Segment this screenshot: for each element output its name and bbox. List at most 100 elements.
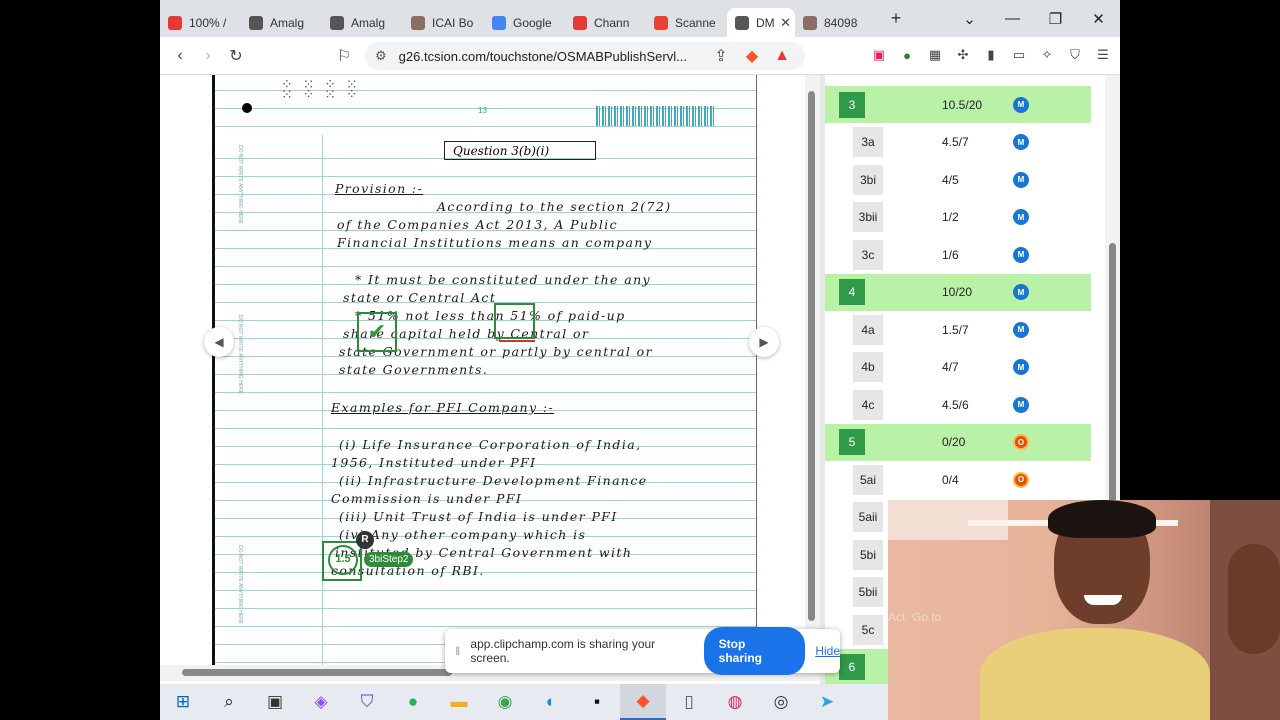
tab-favicon-icon bbox=[654, 15, 668, 30]
back-arrow-icon[interactable]: ‹ bbox=[166, 42, 194, 70]
file-explorer-icon[interactable]: ▬ bbox=[436, 684, 482, 720]
sidebar-icon[interactable]: ▮ bbox=[980, 42, 1002, 68]
browser-tab[interactable]: ICAI Bo bbox=[403, 8, 484, 37]
share-icon[interactable]: ⇪ bbox=[707, 42, 735, 70]
minimize-button[interactable]: — bbox=[991, 0, 1034, 37]
score-annotation[interactable]: 1.5 R 3biStep2 bbox=[322, 531, 414, 581]
extension-icon[interactable]: ● bbox=[896, 42, 918, 68]
question-marks: 10.5/20 bbox=[942, 97, 983, 112]
copilot-icon[interactable]: ◈ bbox=[298, 684, 344, 720]
wallet-icon[interactable]: ▭ bbox=[1008, 42, 1030, 68]
question-number[interactable]: 4b bbox=[853, 352, 883, 382]
red-underline-annotation bbox=[499, 340, 535, 342]
question-number[interactable]: 5bi bbox=[853, 539, 883, 570]
brave-shield-icon[interactable]: ⛉ bbox=[344, 684, 390, 720]
brave-rewards-icon[interactable]: ▲ bbox=[768, 42, 796, 70]
browser-tab[interactable]: 100% / bbox=[160, 8, 241, 37]
question-number[interactable]: 5ai bbox=[853, 464, 883, 495]
brave-icon[interactable]: ◆ bbox=[620, 684, 666, 720]
checkmark-annotation[interactable]: ✔ bbox=[357, 312, 397, 352]
leo-ai-icon[interactable]: ✧ bbox=[1036, 42, 1058, 68]
question-row-4[interactable]: 4 10/20 M bbox=[825, 273, 1091, 311]
bookmark-icon[interactable]: ⚐ bbox=[330, 42, 358, 70]
site-info-icon[interactable]: ⚙ bbox=[375, 48, 387, 64]
edge-icon[interactable]: ◐ bbox=[528, 684, 574, 720]
tab-label: Google bbox=[513, 15, 552, 30]
question-row-5[interactable]: 5 0/20 O bbox=[825, 423, 1091, 461]
previous-page-button[interactable]: ◀ bbox=[204, 327, 234, 357]
tab-search-icon[interactable]: ⌄ bbox=[948, 0, 991, 37]
question-row-4c[interactable]: 4c 4.5/6 M bbox=[825, 386, 1091, 423]
question-row-4a[interactable]: 4a 1.5/7 M bbox=[825, 311, 1091, 348]
tab-favicon-icon bbox=[330, 15, 344, 30]
question-number[interactable]: 5 bbox=[839, 429, 865, 455]
question-row-5ai[interactable]: 5ai 0/4 O bbox=[825, 461, 1091, 498]
question-row-3bii[interactable]: 3bii 1/2 M bbox=[825, 199, 1091, 236]
question-number[interactable]: 5aii bbox=[853, 502, 883, 532]
question-number[interactable]: 3a bbox=[853, 127, 883, 157]
tab-favicon-icon bbox=[249, 15, 263, 30]
question-row-3a[interactable]: 3a 4.5/7 M bbox=[825, 124, 1091, 161]
question-number[interactable]: 4 bbox=[839, 279, 865, 305]
step-label: 3biStep2 bbox=[364, 552, 414, 567]
scrollbar-thumb[interactable] bbox=[182, 669, 452, 676]
browser-tab[interactable]: 84098 bbox=[795, 8, 876, 37]
handwritten-line: * It must be constituted under the any bbox=[355, 272, 651, 287]
scrollbar-thumb[interactable] bbox=[808, 91, 815, 621]
browser-tab[interactable]: Amalg bbox=[322, 8, 403, 37]
browser-tab[interactable]: DM ✕ bbox=[727, 8, 795, 37]
mark-status-badge: M bbox=[1013, 209, 1029, 225]
drag-handle-icon[interactable]: ‖ bbox=[445, 644, 470, 658]
tab-label: Scanne bbox=[675, 15, 716, 30]
question-number[interactable]: 6 bbox=[839, 654, 865, 680]
vertical-scrollbar[interactable] bbox=[805, 75, 820, 665]
brave-shield-icon[interactable]: ◆ bbox=[738, 42, 766, 70]
pycharm-icon[interactable]: ▪ bbox=[574, 684, 620, 720]
tab-favicon-icon bbox=[411, 15, 425, 30]
forward-arrow-icon[interactable]: › bbox=[194, 42, 222, 70]
search-icon[interactable]: ⌕ bbox=[206, 684, 252, 720]
new-tab-button[interactable]: + bbox=[882, 8, 910, 29]
handwritten-line: (ii) Infrastructure Development Finance bbox=[339, 473, 648, 488]
reload-icon[interactable]: ↻ bbox=[222, 42, 250, 70]
question-number[interactable]: 5bii bbox=[853, 577, 883, 607]
question-number[interactable]: 5c bbox=[853, 614, 883, 645]
stop-sharing-button[interactable]: Stop sharing bbox=[703, 627, 806, 675]
hide-link[interactable]: Hide bbox=[815, 644, 840, 658]
chrome-icon[interactable]: ◉ bbox=[482, 684, 528, 720]
scrollbar-thumb[interactable] bbox=[1109, 243, 1116, 503]
task-view-icon[interactable]: ▣ bbox=[252, 684, 298, 720]
question-number[interactable]: 3bi bbox=[853, 164, 883, 195]
browser-tab[interactable]: Chann bbox=[565, 8, 646, 37]
windows-start-icon[interactable]: ⊞ bbox=[160, 684, 206, 720]
question-row-3[interactable]: 3 10.5/20 M bbox=[825, 86, 1091, 123]
next-page-button[interactable]: ▶ bbox=[749, 327, 779, 357]
browser-tab[interactable]: Google bbox=[484, 8, 565, 37]
browser-tab[interactable]: Amalg bbox=[241, 8, 322, 37]
obs-icon[interactable]: ◎ bbox=[758, 684, 804, 720]
question-number[interactable]: 4c bbox=[853, 389, 883, 420]
close-tab-icon[interactable]: ✕ bbox=[780, 15, 791, 31]
menu-icon[interactable]: ☰ bbox=[1092, 42, 1114, 68]
extension-icon[interactable]: ▦ bbox=[924, 42, 946, 68]
vpn-icon[interactable]: ⛉ bbox=[1064, 42, 1086, 68]
question-number[interactable]: 3 bbox=[839, 91, 865, 118]
question-row-3c[interactable]: 3c 1/6 M bbox=[825, 236, 1091, 273]
paint-icon[interactable]: ◍ bbox=[712, 684, 758, 720]
browser-tab[interactable]: Scanne bbox=[646, 8, 727, 37]
question-row-3bi[interactable]: 3bi 4/5 M bbox=[825, 161, 1091, 198]
question-number[interactable]: 3bii bbox=[853, 202, 883, 232]
close-window-button[interactable]: ✕ bbox=[1077, 0, 1120, 37]
maximize-button[interactable]: ❐ bbox=[1034, 0, 1077, 37]
question-row-4b[interactable]: 4b 4/7 M bbox=[825, 349, 1091, 386]
question-number[interactable]: 4a bbox=[853, 314, 883, 345]
answer-sheet-viewer[interactable]: ⁘ ⁙ ⁘ ⁙ ⁙ ⁘ ⁙ ⁘ 13 DO NOT WRITE ANYTHING … bbox=[160, 75, 820, 684]
spotify-icon[interactable]: ● bbox=[390, 684, 436, 720]
telegram-icon[interactable]: ➤ bbox=[804, 684, 850, 720]
puzzle-icon[interactable]: ✣ bbox=[952, 42, 974, 68]
highlight-box-annotation[interactable] bbox=[494, 303, 535, 339]
page-number: 13 bbox=[478, 106, 487, 115]
notepad-icon[interactable]: ▯ bbox=[666, 684, 712, 720]
question-number[interactable]: 3c bbox=[853, 239, 883, 270]
extension-icon[interactable]: ▣ bbox=[868, 42, 890, 68]
